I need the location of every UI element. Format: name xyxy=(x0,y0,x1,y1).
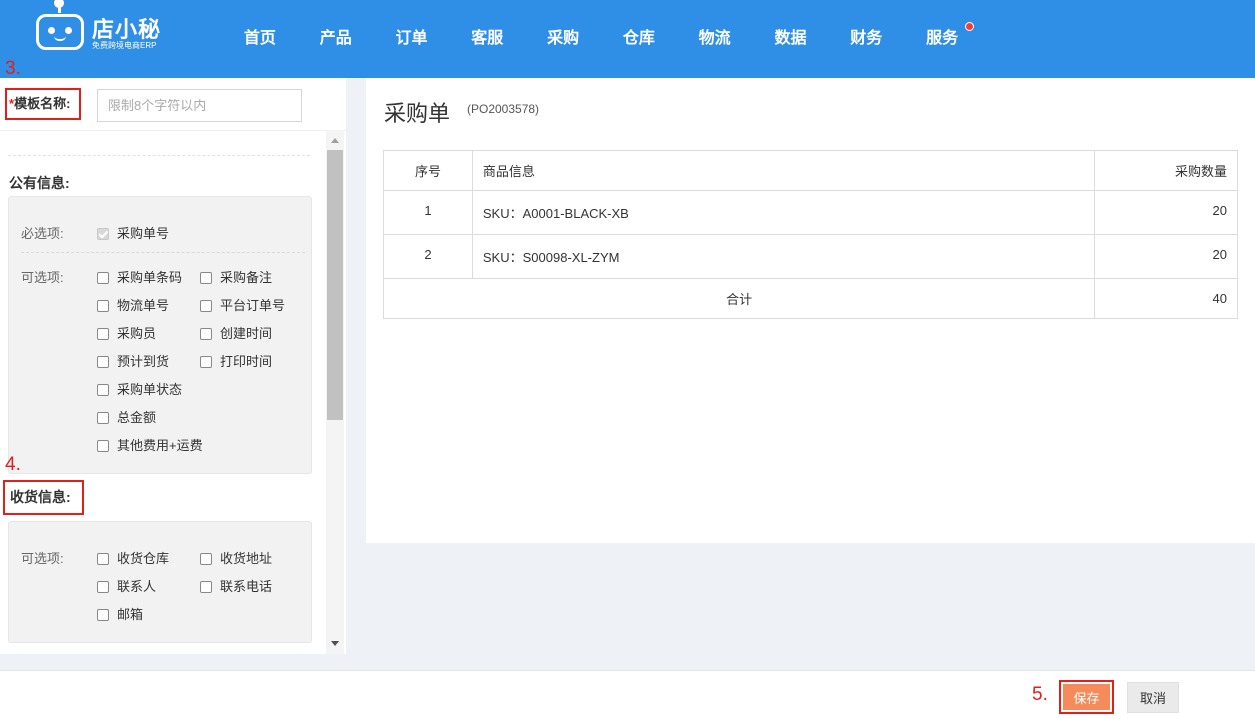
checkbox-icon[interactable] xyxy=(200,553,212,565)
bottom-action-bar: 5. 保存 取消 xyxy=(0,670,1255,719)
table-header-row: 序号 商品信息 采购数量 xyxy=(383,150,1238,191)
notification-dot-icon xyxy=(964,22,974,31)
receive-info-box: 可选项: 收货仓库 收货地址 联系人 联系电话 邮箱 xyxy=(8,521,312,643)
template-settings-panel: *模板名称: 公有信息: 必选项: 采购单号 可选项: 采购单条码 采购备注 物… xyxy=(0,78,346,654)
option-receive-address[interactable]: 收货地址 xyxy=(200,548,272,567)
preview-table: 序号 商品信息 采购数量 1 SKU：A0001-BLACK-XB 20 2 S… xyxy=(382,150,1238,319)
checkbox-icon[interactable] xyxy=(97,581,109,593)
template-name-row: *模板名称: xyxy=(0,78,346,130)
checkbox-icon[interactable] xyxy=(97,300,109,312)
cancel-button[interactable]: 取消 xyxy=(1127,682,1179,713)
robot-logo-icon xyxy=(36,0,84,50)
nav-home[interactable]: 首页 xyxy=(222,0,298,78)
nav-services-label: 服务 xyxy=(926,30,959,47)
checkbox-icon[interactable] xyxy=(200,328,212,340)
option-purchase-barcode[interactable]: 采购单条码 xyxy=(97,267,182,286)
checkbox-checked-icon xyxy=(97,228,109,240)
checkbox-icon[interactable] xyxy=(97,356,109,368)
checkbox-icon[interactable] xyxy=(97,553,109,565)
scrollbar-thumb[interactable] xyxy=(327,150,343,420)
nav-finance[interactable]: 财务 xyxy=(828,0,904,78)
step-annotation-5: 5. xyxy=(1032,684,1048,705)
checkbox-icon[interactable] xyxy=(97,328,109,340)
checkbox-icon[interactable] xyxy=(200,300,212,312)
option-contact-phone[interactable]: 联系电话 xyxy=(200,576,272,595)
checkbox-icon[interactable] xyxy=(97,609,109,621)
nav-data[interactable]: 数据 xyxy=(753,0,829,78)
preview-order-code: (PO2003578) xyxy=(467,102,540,116)
checkbox-icon[interactable] xyxy=(200,356,212,368)
option-logistics-no[interactable]: 物流单号 xyxy=(97,295,169,314)
total-label: 合计 xyxy=(382,278,1096,319)
divider xyxy=(8,155,310,156)
option-purchase-remark[interactable]: 采购备注 xyxy=(200,267,272,286)
required-item-purchase-no: 采购单号 xyxy=(97,223,169,242)
main-nav: 首页 产品 订单 客服 采购 仓库 物流 数据 财务 服务 xyxy=(222,0,980,78)
nav-products[interactable]: 产品 xyxy=(298,0,374,78)
option-create-time[interactable]: 创建时间 xyxy=(200,323,272,342)
row-product-info: SKU：A0001-BLACK-XB xyxy=(471,190,1096,235)
checkbox-icon[interactable] xyxy=(97,412,109,424)
logo[interactable]: 店小秘 免费跨境电商ERP xyxy=(36,0,206,52)
scroll-down-arrow-icon[interactable] xyxy=(331,641,339,646)
option-other-fees-shipping[interactable]: 其他费用+运费 xyxy=(97,435,203,454)
nav-orders[interactable]: 订单 xyxy=(374,0,450,78)
row-seq: 2 xyxy=(383,234,473,279)
checkbox-icon[interactable] xyxy=(200,272,212,284)
table-row: 1 SKU：A0001-BLACK-XB 20 xyxy=(383,190,1238,235)
nav-warehouse[interactable]: 仓库 xyxy=(601,0,677,78)
receive-info-title: 收货信息: xyxy=(3,480,84,515)
divider xyxy=(21,252,305,253)
scrollbar[interactable] xyxy=(326,130,344,654)
row-quantity: 20 xyxy=(1094,190,1238,235)
preview-title: 采购单 xyxy=(384,101,451,126)
save-button-highlight: 保存 xyxy=(1059,680,1114,714)
optional-label: 可选项: xyxy=(21,551,64,566)
top-nav-bar: 店小秘 免费跨境电商ERP 首页 产品 订单 客服 采购 仓库 物流 数据 财务… xyxy=(0,0,1255,78)
nav-purchase[interactable]: 采购 xyxy=(525,0,601,78)
save-button[interactable]: 保存 xyxy=(1063,684,1110,710)
header-quantity: 采购数量 xyxy=(1094,150,1238,191)
checkbox-icon[interactable] xyxy=(200,581,212,593)
table-total-row: 合计 40 xyxy=(382,278,1238,319)
checkbox-icon[interactable] xyxy=(97,440,109,452)
nav-customer-service[interactable]: 客服 xyxy=(449,0,525,78)
checkbox-icon[interactable] xyxy=(97,272,109,284)
step-annotation-3: 3. xyxy=(5,58,21,79)
header-product-info: 商品信息 xyxy=(471,150,1096,191)
option-total-amount[interactable]: 总金额 xyxy=(97,407,156,426)
required-label: 必选项: xyxy=(21,226,64,241)
header-seq: 序号 xyxy=(383,150,473,191)
nav-logistics[interactable]: 物流 xyxy=(677,0,753,78)
option-platform-order-no[interactable]: 平台订单号 xyxy=(200,295,285,314)
field-options-scroll-area[interactable]: 公有信息: 必选项: 采购单号 可选项: 采购单条码 采购备注 物流单号 平台订… xyxy=(0,130,346,654)
option-expected-arrival[interactable]: 预计到货 xyxy=(97,351,169,370)
nav-services[interactable]: 服务 xyxy=(904,0,980,78)
purchase-order-preview: 采购单 (PO2003578) 序号 商品信息 采购数量 1 SKU：A0001… xyxy=(366,78,1255,543)
option-email[interactable]: 邮箱 xyxy=(97,604,143,623)
scroll-up-arrow-icon[interactable] xyxy=(331,138,339,143)
step-annotation-4: 4. xyxy=(5,454,21,475)
option-contact-person[interactable]: 联系人 xyxy=(97,576,156,595)
option-purchase-status[interactable]: 采购单状态 xyxy=(97,379,182,398)
optional-label: 可选项: xyxy=(21,270,64,285)
checkbox-icon[interactable] xyxy=(97,384,109,396)
template-name-label: *模板名称: xyxy=(5,88,81,120)
public-info-title: 公有信息: xyxy=(9,175,70,191)
row-quantity: 20 xyxy=(1094,234,1238,279)
total-quantity: 40 xyxy=(1094,278,1238,319)
option-print-time[interactable]: 打印时间 xyxy=(200,351,272,370)
template-name-input[interactable] xyxy=(97,89,302,122)
row-seq: 1 xyxy=(383,190,473,235)
row-product-info: SKU：S00098-XL-ZYM xyxy=(471,234,1096,279)
table-row: 2 SKU：S00098-XL-ZYM 20 xyxy=(383,234,1238,279)
option-purchaser[interactable]: 采购员 xyxy=(97,323,156,342)
option-receive-warehouse[interactable]: 收货仓库 xyxy=(97,548,169,567)
logo-subtitle: 免费跨境电商ERP xyxy=(92,41,157,50)
public-info-box: 必选项: 采购单号 可选项: 采购单条码 采购备注 物流单号 平台订单号 采购员… xyxy=(8,196,312,474)
